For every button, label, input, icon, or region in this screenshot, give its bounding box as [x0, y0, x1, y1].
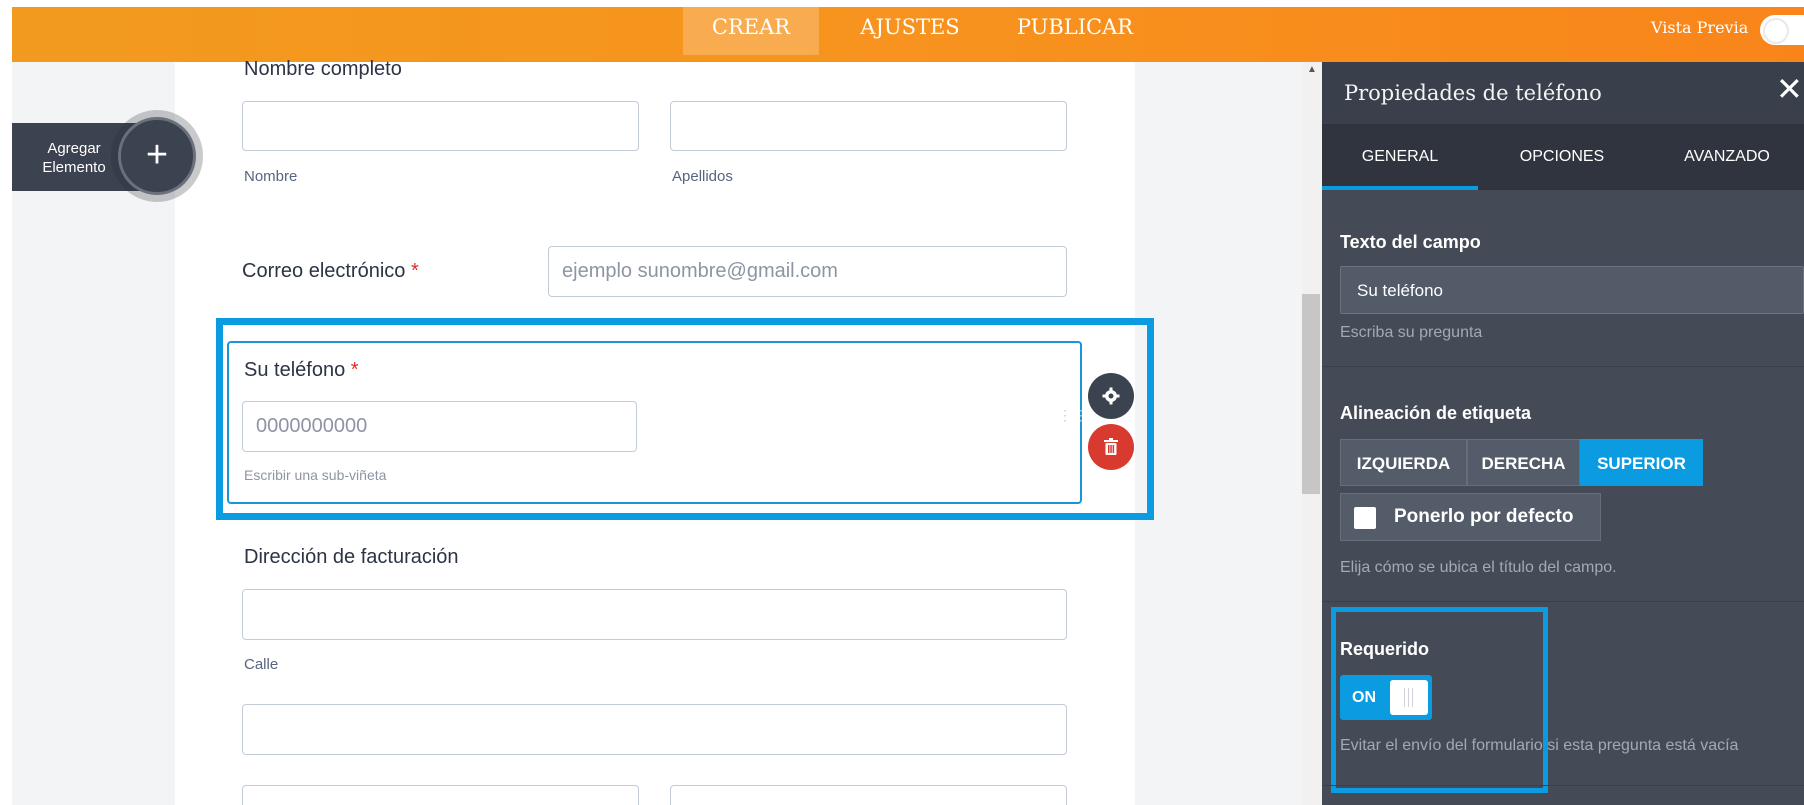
- required-hint: Evitar el envío del formulario si esta p…: [1340, 737, 1739, 754]
- phone-input[interactable]: 0000000000: [242, 401, 637, 452]
- state-input[interactable]: [670, 785, 1067, 805]
- field-text-value: Su teléfono: [1357, 281, 1444, 300]
- gear-icon: [1102, 387, 1120, 405]
- last-name-sublabel: Apellidos: [672, 168, 733, 185]
- checkbox-box: [1354, 507, 1376, 529]
- phone-sublabel: Escribir una sub-viñeta: [244, 467, 387, 483]
- toggle-knob: [1763, 18, 1789, 44]
- tab-opciones[interactable]: OPCIONES: [1480, 124, 1644, 190]
- email-label-text: Correo electrónico: [242, 260, 406, 282]
- field-text-input[interactable]: Su teléfono: [1340, 266, 1804, 314]
- billing-label: Dirección de facturación: [244, 546, 459, 568]
- tab-crear[interactable]: CREAR: [683, 0, 819, 55]
- set-default-checkbox[interactable]: Ponerlo por defecto: [1340, 493, 1601, 541]
- field-delete-button[interactable]: [1088, 424, 1134, 470]
- tab-publicar[interactable]: PUBLICAR: [1000, 0, 1150, 55]
- label-alignment-title: Alineación de etiqueta: [1340, 403, 1532, 423]
- required-toggle[interactable]: ON: [1340, 675, 1432, 720]
- close-icon[interactable]: ✕: [1776, 73, 1804, 105]
- field-text-hint: Escriba su pregunta: [1340, 324, 1483, 341]
- preview-toggle[interactable]: [1760, 15, 1804, 45]
- first-name-input[interactable]: [242, 101, 639, 151]
- label-alignment-hint: Elija cómo se ubica el título del campo.: [1340, 559, 1617, 576]
- preview-label: Vista Previa: [1651, 18, 1749, 37]
- first-name-sublabel: Nombre: [244, 168, 298, 185]
- plus-icon[interactable]: +: [118, 117, 196, 195]
- email-label: Correo electrónico *: [242, 260, 419, 283]
- tab-general[interactable]: GENERAL: [1322, 124, 1478, 190]
- street-input[interactable]: [242, 589, 1067, 640]
- full-name-label: Nombre completo: [244, 58, 402, 80]
- city-input[interactable]: [242, 785, 639, 805]
- email-input[interactable]: ejemplo sunombre@gmail.com: [548, 246, 1067, 297]
- scroll-up-arrow-icon[interactable]: ▲: [1302, 64, 1322, 80]
- drag-handle-icon[interactable]: ⋮⋮: [1058, 408, 1088, 437]
- align-top-button[interactable]: SUPERIOR: [1580, 439, 1703, 486]
- street-sublabel: Calle: [244, 656, 279, 673]
- required-title: Requerido: [1340, 639, 1430, 659]
- panel-title: Propiedades de teléfono: [1344, 81, 1602, 105]
- last-name-input[interactable]: [670, 101, 1067, 151]
- section-divider: [1322, 785, 1804, 786]
- tab-ajustes[interactable]: AJUSTES: [840, 0, 980, 55]
- align-right-button[interactable]: DERECHA: [1467, 439, 1580, 486]
- toggle-knob: [1390, 680, 1428, 715]
- tab-avanzado[interactable]: AVANZADO: [1650, 124, 1804, 190]
- phone-label: Su teléfono *: [244, 359, 359, 382]
- set-default-label: Ponerlo por defecto: [1394, 506, 1574, 527]
- section-divider: [1322, 366, 1804, 367]
- required-asterisk: *: [410, 260, 419, 282]
- toggle-on-label: ON: [1352, 689, 1376, 706]
- scrollbar-thumb[interactable]: [1302, 294, 1320, 494]
- phone-label-text: Su teléfono: [244, 359, 346, 381]
- field-settings-button[interactable]: [1088, 373, 1134, 419]
- street-line2-input[interactable]: [242, 704, 1067, 755]
- section-divider: [1322, 601, 1804, 602]
- phone-placeholder: 0000000000: [256, 415, 368, 437]
- required-asterisk: *: [350, 359, 359, 381]
- field-text-title: Texto del campo: [1340, 232, 1481, 252]
- trash-icon: [1104, 438, 1118, 455]
- add-element-label: Agregar Elemento: [42, 140, 106, 176]
- email-placeholder: ejemplo sunombre@gmail.com: [562, 260, 838, 282]
- align-left-button[interactable]: IZQUIERDA: [1340, 439, 1467, 486]
